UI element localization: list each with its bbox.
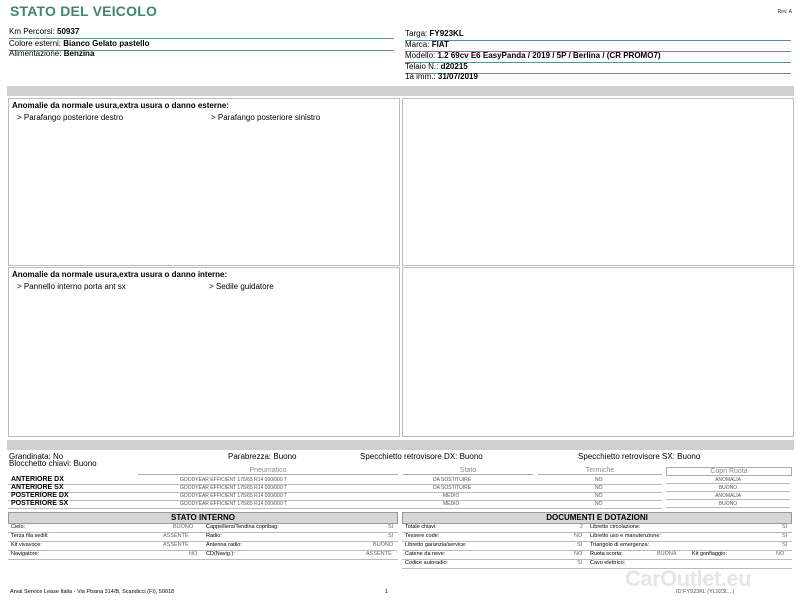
field-label: Totale chiavi: [405, 524, 437, 530]
internal-photo-panel [402, 267, 794, 437]
wheel-cover-value: BUONO [666, 501, 790, 508]
tyre-winter: NO [595, 501, 603, 507]
tyre-model: GOODYEAR EFFICIENT 175/65 R14 000/000 T [180, 477, 288, 483]
tyre-winter: NO [595, 477, 603, 483]
fuel-row: Alimentazione: Benzina [9, 49, 95, 58]
tyres-table: Pneumatico Stato Termiche ANTERIORE DX G… [8, 467, 662, 509]
field-value: SI [388, 533, 394, 539]
windshield-status: Parabrezza: Buono [228, 452, 297, 461]
external-damage-title: Anomalie da normale usura,extra usura o … [12, 101, 229, 110]
field-value: BUONA [657, 551, 677, 557]
internal-damage-item: > Pannello interno porta ant sx [17, 282, 126, 291]
internal-damage-item: > Sedile guidatore [209, 282, 274, 291]
interior-section: STATO INTERNO Cielo: BUONO Cappelliera/T… [8, 512, 398, 560]
documents-section: DOCUMENTI E DOTAZIONI Totale chiavi: 2 L… [402, 512, 792, 569]
registration-row: 1a imm.: 31/07/2019 [405, 72, 478, 81]
field-label: Libretto garanzia/service: [405, 542, 467, 548]
tyre-winter: NO [595, 485, 603, 491]
wheel-cover-value: BUONO [666, 485, 790, 492]
tyre-status: DA SOSTITUIRE [433, 477, 472, 483]
field-label: Navigatore: [11, 551, 40, 557]
mirror-dx-status: Specchietto retrovisore DX: Buono [360, 452, 483, 461]
field-label: Codice autoradio: [405, 560, 449, 566]
external-damage-item: > Parafango posteriore sinistro [211, 113, 321, 122]
field-label: CD(Navig.): [206, 551, 235, 557]
separator-bar [7, 86, 794, 96]
field-label: Terza fila sedili: [11, 533, 49, 539]
tyre-model: GOODYEAR EFFICIENT 175/65 R14 000/000 T [180, 501, 288, 507]
field-value: SI [388, 524, 394, 530]
field-value: SI [782, 542, 788, 548]
tyre-model: GOODYEAR EFFICIENT 175/65 R14 000/000 T [180, 493, 288, 499]
field-label: Radio: [206, 533, 222, 539]
field-label: Triangolo di emergenza: [590, 542, 650, 548]
field-value: SI [577, 560, 583, 566]
page-number: 1 [385, 589, 389, 595]
wheel-cover-value: ANOMALIA [666, 477, 790, 484]
internal-damage-panel: Anomalie da normale usura,extra usura o … [8, 267, 400, 437]
field-label: Cavo elettrico: [590, 560, 626, 566]
tyre-position: POSTERIORE DX [11, 492, 69, 499]
field-value: ASSENTE [163, 542, 189, 548]
tyre-model: GOODYEAR EFFICIENT 175/65 R14 000/000 T [180, 485, 288, 491]
field-value: SI [782, 524, 788, 530]
field-label: Kit vivavoce: [11, 542, 42, 548]
tyre-status: MEDIO [443, 493, 460, 499]
external-damage-panel: Anomalie da normale usura,extra usura o … [8, 98, 400, 266]
tyre-status: MEDIO [443, 501, 460, 507]
tyre-position: POSTERIORE SX [11, 500, 69, 507]
external-photo-panel [402, 98, 794, 266]
field-label: Libretto circolazione: [590, 524, 641, 530]
field-value: SI [577, 542, 583, 548]
winter-header: Termiche [538, 467, 662, 475]
field-value: BUONO [373, 542, 394, 548]
document-code: ID:FY923KL (YL923L...) [676, 589, 735, 595]
field-value: NO [574, 533, 583, 539]
wheel-cover-value: ANOMALIA [666, 493, 790, 500]
field-value: SI [782, 533, 788, 539]
internal-damage-title: Anomalie da normale usura,extra usura o … [12, 270, 228, 279]
field-label: Kit gonfiaggio: [692, 551, 727, 557]
tyre-position: ANTERIORE SX [11, 484, 64, 491]
separator-bar [7, 440, 794, 450]
field-value: ASSENTE [366, 551, 392, 557]
tyre-position: ANTERIORE DX [11, 476, 64, 483]
field-label: Cappelliera/Tendina copribag: [206, 524, 279, 530]
wheel-cover-header: Copri Ruota [666, 467, 792, 476]
field-label: Tessere code: [405, 533, 440, 539]
wheel-cover-table: Copri Ruota ANOMALIA BUONO ANOMALIA BUON… [666, 467, 792, 509]
field-value: ASSENTE [163, 533, 189, 539]
field-label: Libretto uso e manutenzione: [590, 533, 661, 539]
field-label: Cielo: [11, 524, 26, 530]
interior-row: Navigatore: NO CD(Navig.): ASSENTE [8, 550, 398, 560]
status-header: Stato [403, 467, 533, 475]
field-label: Catene da neve: [405, 551, 446, 557]
tyre-winter: NO [595, 493, 603, 499]
tyre-row: POSTERIORE SX GOODYEAR EFFICIENT 175/65 … [8, 500, 662, 509]
external-damage-item: > Parafango posteriore destro [17, 113, 124, 122]
field-value: NO [574, 551, 583, 557]
field-value: NO [776, 551, 785, 557]
field-value: 2 [580, 524, 584, 530]
revision-label: Rev. A [777, 9, 792, 15]
field-value: NO [189, 551, 198, 557]
tyre-status: DA SOSTITUIRE [433, 485, 472, 491]
mirror-sx-status: Specchietto retrovisore SX: Buono [578, 452, 701, 461]
tyre-header: Pneumatico [138, 467, 398, 475]
page-title: STATO DEL VEICOLO [10, 3, 158, 19]
field-label: Ruota scorta: [590, 551, 623, 557]
field-value: BUONO [173, 524, 194, 530]
field-label: Antenna radio: [206, 542, 242, 548]
footer-address: Arval Service Lease Italia - Via Pisana … [10, 589, 175, 595]
